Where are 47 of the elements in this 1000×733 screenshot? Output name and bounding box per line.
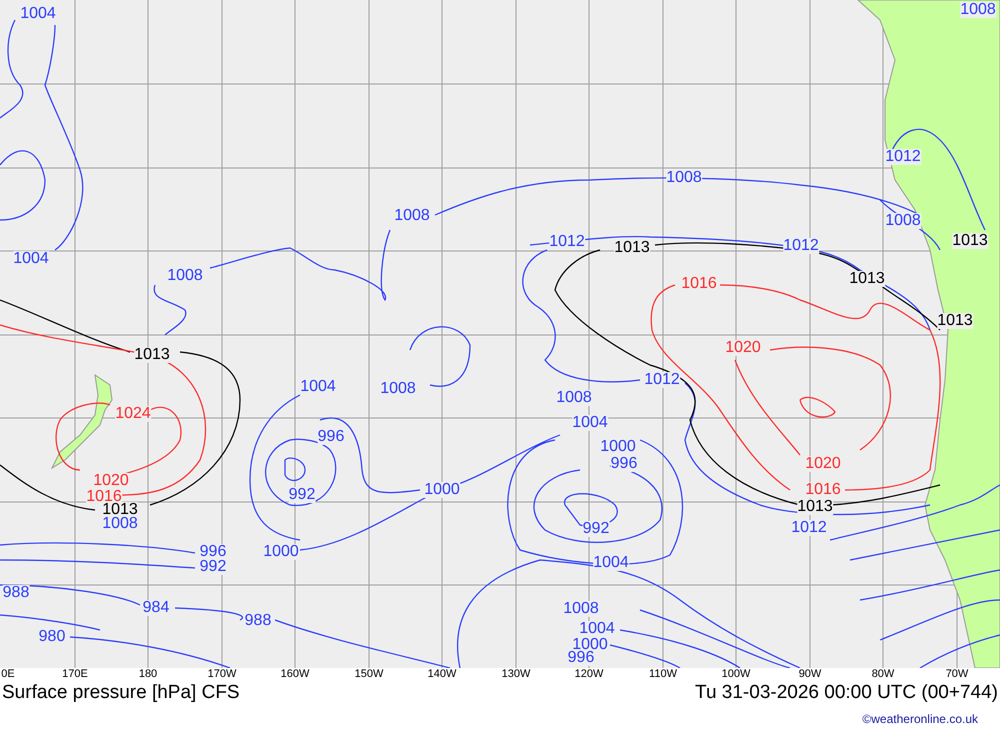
- isobar-label: 1016: [805, 482, 841, 498]
- longitude-label: 110W: [649, 668, 677, 681]
- isobar-label: 1008: [885, 213, 921, 229]
- credit-text: ©weatheronline.co.uk: [862, 711, 978, 728]
- isobar-label: 1020: [805, 456, 841, 472]
- isobar-label: 1012: [783, 238, 819, 254]
- isobar-label: 984: [142, 600, 170, 616]
- isobar-label: 1013: [849, 271, 885, 287]
- isobar-label: 1004: [572, 415, 608, 431]
- longitude-label: 80W: [872, 668, 894, 681]
- isobar-label: 992: [200, 559, 226, 575]
- longitude-label: 90W: [798, 668, 822, 681]
- isobar-label: 1013: [797, 499, 833, 515]
- isobar-label: 996: [200, 544, 226, 560]
- chart-title: Surface pressure [hPa] CFS: [2, 682, 240, 704]
- longitude-label: 170W: [208, 668, 236, 681]
- isobar-label: 1013: [952, 233, 988, 249]
- longitude-label: 0E: [1, 668, 15, 681]
- isobar-label: 1004: [593, 555, 629, 571]
- longitude-label: 180: [138, 668, 158, 681]
- valid-time: Tu 31-03-2026 00:00 UTC (00+744): [695, 682, 998, 704]
- isobar-label: 992: [288, 487, 316, 503]
- isobar-label: 1020: [725, 340, 761, 356]
- isobar-label: 1012: [791, 520, 827, 536]
- isobar-label: 1024: [115, 406, 151, 422]
- longitude-label: 170E: [62, 668, 88, 681]
- isobar-label: 1008: [556, 390, 592, 406]
- isobar-label: 992: [582, 521, 610, 537]
- isobar-label: 1013: [937, 313, 973, 329]
- isobar-label: 1008: [960, 2, 996, 18]
- longitude-label: 140W: [428, 668, 456, 681]
- isobar-label: 1012: [885, 149, 921, 165]
- longitude-label: 150W: [354, 668, 384, 681]
- isobar-label: 996: [318, 429, 344, 445]
- longitude-label: 100W: [722, 668, 750, 681]
- longitude-label: 160W: [280, 668, 310, 681]
- isobar-label: 1000: [424, 482, 460, 498]
- isobar-label: 1012: [644, 372, 680, 388]
- longitude-label: 70W: [946, 668, 968, 681]
- isobar-label: 996: [610, 456, 638, 472]
- isobar-label: 1000: [263, 544, 299, 560]
- longitude-label: 130W: [502, 668, 530, 681]
- isobar-label: 1004: [579, 621, 615, 637]
- isobar-label: 996: [568, 650, 594, 666]
- longitude-label: 120W: [574, 668, 604, 681]
- isobar-label: 1008: [563, 601, 599, 617]
- isobar-label: 1013: [134, 347, 170, 363]
